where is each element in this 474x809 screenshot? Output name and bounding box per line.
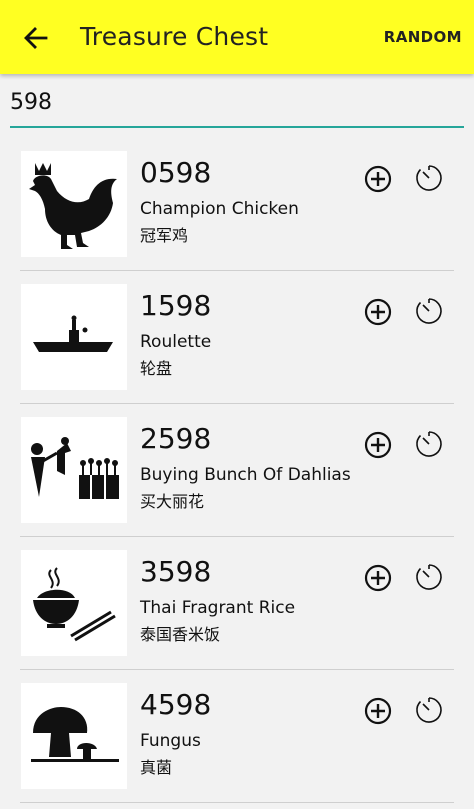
list-item[interactable]: 2598 Buying Bunch Of Dahlias 买大丽花	[0, 404, 474, 537]
item-name-zh: 泰国香米饭	[140, 625, 221, 644]
list-item[interactable]: 4598 Fungus 真菌	[0, 670, 474, 803]
item-number: 4598	[140, 688, 212, 721]
item-thumbnail	[21, 683, 127, 789]
add-circle-icon[interactable]	[363, 297, 393, 327]
timer-icon[interactable]	[414, 296, 444, 326]
item-name-en: Thai Fragrant Rice	[140, 598, 296, 618]
arrow-left-icon	[24, 27, 48, 49]
list-item[interactable]: 0598 Champion Chicken 冠军鸡	[0, 138, 474, 271]
item-number: 2598	[140, 422, 212, 455]
item-name-en: Roulette	[140, 332, 212, 352]
flower-buyer-icon	[31, 437, 119, 499]
timer-icon[interactable]	[414, 163, 444, 193]
item-name-zh: 轮盘	[140, 359, 173, 378]
boat-icon	[33, 315, 113, 352]
add-circle-icon[interactable]	[363, 696, 393, 726]
item-name-zh: 真菌	[140, 758, 173, 777]
search-input[interactable]	[10, 84, 464, 120]
timer-icon[interactable]	[414, 429, 444, 459]
timer-icon[interactable]	[414, 562, 444, 592]
app-bar: Treasure Chest RANDOM	[0, 0, 474, 74]
page-title: Treasure Chest	[80, 22, 269, 51]
search-box	[10, 84, 464, 128]
item-number: 1598	[140, 289, 212, 322]
item-name-en: Buying Bunch Of Dahlias	[140, 465, 351, 485]
mushroom-icon	[31, 707, 119, 762]
add-circle-icon[interactable]	[363, 430, 393, 460]
add-circle-icon[interactable]	[363, 563, 393, 593]
item-number: 3598	[140, 555, 212, 588]
item-list: 0598 Champion Chicken 冠军鸡 1598 Roulette …	[0, 138, 474, 803]
timer-icon[interactable]	[414, 695, 444, 725]
add-circle-icon[interactable]	[363, 164, 393, 194]
search-underline	[10, 126, 464, 128]
item-thumbnail	[21, 550, 127, 656]
item-thumbnail	[21, 284, 127, 390]
random-button[interactable]: RANDOM	[384, 28, 462, 46]
list-item[interactable]: 1598 Roulette 轮盘	[0, 271, 474, 404]
item-thumbnail	[21, 151, 127, 257]
row-divider	[20, 802, 454, 803]
item-name-en: Fungus	[140, 731, 201, 751]
list-item[interactable]: 3598 Thai Fragrant Rice 泰国香米饭	[0, 537, 474, 670]
back-button[interactable]	[18, 20, 54, 56]
item-thumbnail	[21, 417, 127, 523]
item-number: 0598	[140, 156, 212, 189]
item-name-zh: 买大丽花	[140, 492, 205, 511]
rice-bowl-icon	[33, 567, 116, 642]
item-name-en: Champion Chicken	[140, 199, 299, 219]
rooster-icon	[29, 163, 117, 249]
item-name-zh: 冠军鸡	[140, 226, 189, 245]
